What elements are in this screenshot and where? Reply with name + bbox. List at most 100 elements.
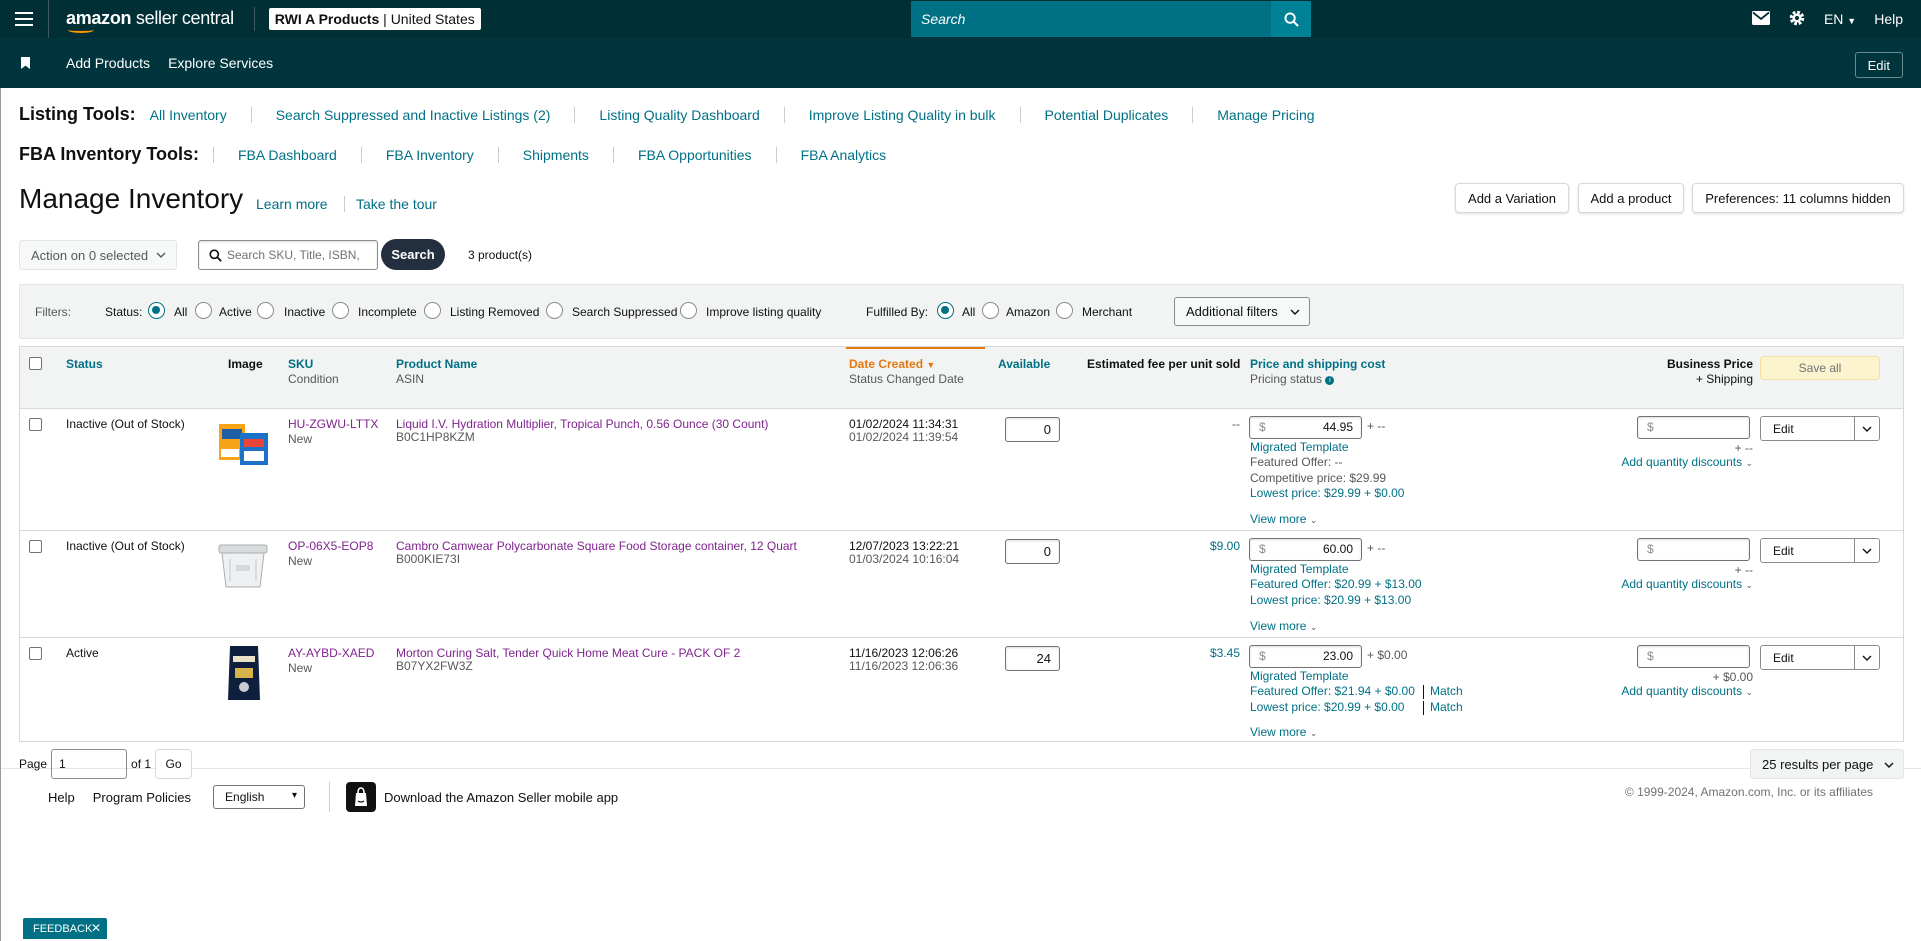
footer-language-select[interactable]: English ▾ — [213, 785, 306, 809]
nav-explore-services[interactable]: Explore Services — [168, 55, 273, 71]
add-quantity-discounts[interactable]: Add quantity discounts ⌄ — [1621, 455, 1753, 471]
status-radio-active[interactable] — [195, 302, 212, 319]
row-featured-offer[interactable]: Featured Offer: $21.94 + $0.00 — [1250, 684, 1415, 699]
fba-tool-inventory[interactable]: FBA Inventory — [360, 146, 498, 163]
featured-match-link[interactable]: Match — [1430, 684, 1463, 699]
row-estimated-fee[interactable]: $9.00 — [1210, 539, 1240, 554]
price-input[interactable]: $ 23.00 — [1249, 645, 1362, 668]
listing-tool-manage-pricing[interactable]: Manage Pricing — [1192, 106, 1338, 123]
fba-tool-analytics[interactable]: FBA Analytics — [775, 146, 911, 163]
row-view-more[interactable]: View more ⌄ — [1250, 512, 1317, 528]
help-link[interactable]: Help — [1874, 11, 1903, 27]
results-per-page-select[interactable]: 25 results per page — [1750, 749, 1904, 779]
status-radio-improve-quality[interactable] — [680, 302, 697, 319]
mobile-app-promo[interactable]: Download the Amazon Seller mobile app — [329, 782, 618, 812]
row-edit-button[interactable]: Edit — [1760, 645, 1880, 670]
store-selector[interactable]: RWI A Products | United States — [268, 8, 481, 30]
info-icon[interactable]: i — [1325, 376, 1335, 385]
row-checkbox[interactable] — [29, 418, 42, 431]
row-featured-offer[interactable]: Featured Offer: $20.99 + $13.00 — [1250, 577, 1422, 592]
amazon-seller-central-logo[interactable]: amazon seller central — [66, 8, 234, 33]
fba-tool-shipments[interactable]: Shipments — [497, 146, 613, 163]
listing-tool-suppressed[interactable]: Search Suppressed and Inactive Listings … — [250, 106, 575, 123]
learn-more-link[interactable]: Learn more — [256, 196, 328, 212]
chevron-down-icon[interactable] — [1854, 417, 1879, 440]
add-quantity-discounts[interactable]: Add quantity discounts ⌄ — [1621, 577, 1753, 593]
business-price-input[interactable]: $ — [1637, 645, 1750, 668]
go-button[interactable]: Go — [155, 749, 193, 779]
lowest-match-link[interactable]: Match — [1430, 700, 1463, 715]
fulfilled-radio-amazon[interactable] — [982, 302, 999, 319]
price-input[interactable]: $ 60.00 — [1249, 538, 1362, 561]
column-product-name[interactable]: Product Name — [396, 357, 477, 371]
nav-add-products[interactable]: Add Products — [66, 55, 150, 71]
nav-edit-button[interactable]: Edit — [1854, 52, 1903, 78]
global-search-input[interactable]: Search — [911, 1, 1271, 37]
status-radio-incomplete[interactable] — [332, 302, 349, 319]
add-product-button[interactable]: Add a product — [1578, 183, 1684, 213]
product-image[interactable] — [224, 642, 264, 704]
global-search-button[interactable] — [1271, 1, 1311, 37]
column-sku[interactable]: SKU — [288, 357, 313, 371]
row-estimated-fee[interactable]: $3.45 — [1210, 646, 1240, 661]
footer-policies-link[interactable]: Program Policies — [93, 790, 191, 805]
inventory-search-input[interactable]: Search SKU, Title, ISBN, — [198, 240, 378, 270]
row-template-link[interactable]: Migrated Template — [1250, 669, 1349, 684]
chevron-down-icon[interactable] — [1854, 539, 1879, 562]
listing-tool-all-inventory[interactable]: All Inventory — [150, 107, 251, 123]
available-input[interactable]: 0 — [1005, 539, 1060, 564]
column-price[interactable]: Price and shipping cost — [1250, 357, 1385, 371]
status-radio-inactive[interactable] — [257, 302, 274, 319]
row-checkbox[interactable] — [29, 540, 42, 553]
status-radio-listing-removed[interactable] — [424, 302, 441, 319]
row-view-more[interactable]: View more ⌄ — [1250, 725, 1317, 741]
row-lowest-price[interactable]: Lowest price: $29.99 + $0.00 — [1250, 486, 1404, 501]
additional-filters-button[interactable]: Additional filters — [1174, 297, 1310, 326]
language-selector[interactable]: EN ▼ — [1824, 11, 1856, 27]
available-input[interactable]: 24 — [1005, 646, 1060, 671]
listing-tool-duplicates[interactable]: Potential Duplicates — [1019, 106, 1193, 123]
row-template-link[interactable]: Migrated Template — [1250, 440, 1349, 455]
row-view-more[interactable]: View more ⌄ — [1250, 619, 1317, 635]
save-all-button[interactable]: Save all — [1760, 356, 1880, 380]
product-image[interactable] — [216, 419, 270, 467]
row-edit-button[interactable]: Edit — [1760, 416, 1880, 441]
fulfilled-radio-merchant[interactable] — [1056, 302, 1073, 319]
fba-tool-opportunities[interactable]: FBA Opportunities — [612, 146, 776, 163]
column-status[interactable]: Status — [66, 357, 103, 371]
select-all-checkbox[interactable] — [29, 357, 42, 370]
row-lowest-price[interactable]: Lowest price: $20.99 + $13.00 — [1250, 593, 1411, 608]
row-sku[interactable]: OP-06X5-EOP8 — [288, 539, 373, 554]
add-quantity-discounts[interactable]: Add quantity discounts ⌄ — [1621, 684, 1753, 700]
mail-icon[interactable] — [1751, 10, 1770, 28]
take-tour-link[interactable]: Take the tour — [356, 196, 437, 212]
row-checkbox[interactable] — [29, 647, 42, 660]
gear-icon[interactable] — [1788, 9, 1806, 30]
preferences-button[interactable]: Preferences: 11 columns hidden — [1692, 183, 1904, 213]
available-input[interactable]: 0 — [1005, 417, 1060, 442]
chevron-down-icon[interactable] — [1854, 646, 1879, 669]
business-price-input[interactable]: $ — [1637, 538, 1750, 561]
row-edit-button[interactable]: Edit — [1760, 538, 1880, 563]
bookmark-icon[interactable] — [21, 57, 30, 69]
menu-icon[interactable] — [0, 0, 49, 38]
search-button[interactable]: Search — [381, 239, 445, 270]
status-radio-all[interactable] — [148, 302, 165, 319]
business-price-input[interactable]: $ — [1637, 416, 1750, 439]
row-lowest-price[interactable]: Lowest price: $20.99 + $0.00 — [1250, 700, 1404, 715]
row-sku[interactable]: AY-AYBD-XAED — [288, 646, 374, 661]
row-template-link[interactable]: Migrated Template — [1250, 562, 1349, 577]
status-radio-search-suppressed[interactable] — [546, 302, 563, 319]
feedback-button[interactable]: FEEDBACK ✕ — [23, 918, 107, 939]
fba-tool-dashboard[interactable]: FBA Dashboard — [213, 146, 361, 163]
bulk-action-select[interactable]: Action on 0 selected — [19, 240, 177, 270]
price-input[interactable]: $ 44.95 — [1249, 416, 1362, 439]
add-variation-button[interactable]: Add a Variation — [1455, 183, 1569, 213]
product-image[interactable] — [216, 539, 270, 591]
listing-tool-improve-bulk[interactable]: Improve Listing Quality in bulk — [783, 106, 1020, 123]
column-available[interactable]: Available — [998, 357, 1050, 371]
footer-help-link[interactable]: Help — [48, 790, 75, 805]
row-sku[interactable]: HU-ZGWU-LTTX — [288, 417, 378, 432]
column-date-created[interactable]: Date Created ▼ — [849, 357, 935, 371]
listing-tool-quality-dashboard[interactable]: Listing Quality Dashboard — [574, 106, 783, 123]
